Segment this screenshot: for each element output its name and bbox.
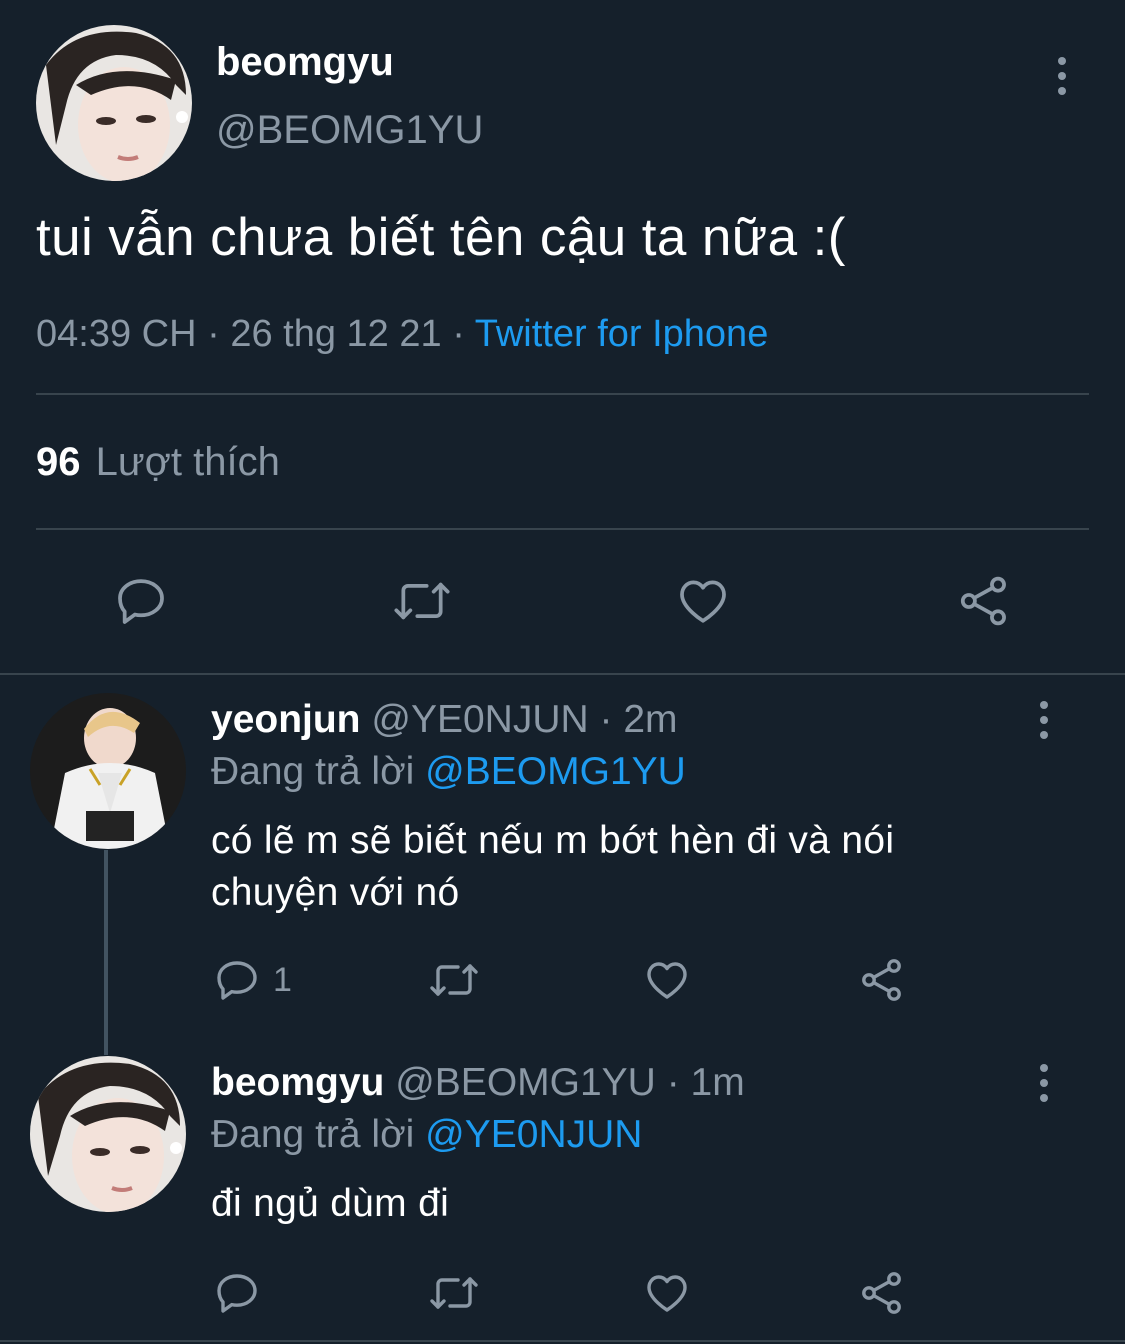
replying-to: Đang trả lời @YE0NJUN [211, 1111, 642, 1159]
main-share-icon[interactable] [956, 573, 1012, 629]
thread-line [104, 850, 108, 1055]
main-tweet-avatar[interactable] [36, 25, 192, 181]
main-like-icon[interactable] [674, 573, 732, 629]
divider [36, 393, 1089, 395]
replying-to-label: Đang trả lời [211, 1113, 415, 1156]
reply-age[interactable]: 2m [623, 698, 677, 741]
reply-comment-icon[interactable]: 1 [213, 956, 292, 1004]
reply-display-name[interactable]: yeonjun [211, 698, 361, 741]
reply-age[interactable]: 1m [691, 1061, 745, 1104]
main-comment-icon[interactable] [113, 573, 169, 629]
reply-header: beomgyu @BEOMG1YU · 1m [211, 1061, 745, 1104]
main-tweet-more-icon[interactable] [1052, 57, 1072, 95]
reply-display-name[interactable]: beomgyu [211, 1061, 384, 1104]
reply-header: yeonjun @YE0NJUN · 2m [211, 698, 678, 741]
main-tweet-handle[interactable]: @BEOMG1YU [216, 106, 483, 154]
replying-to-handle[interactable]: @YE0NJUN [425, 1113, 642, 1156]
replying-to: Đang trả lời @BEOMG1YU [211, 748, 686, 796]
main-tweet-display-name[interactable]: beomgyu [216, 38, 394, 86]
divider [0, 673, 1125, 675]
likes-label: Lượt thích [95, 440, 280, 484]
main-tweet-likes[interactable]: 96 Lượt thích [36, 438, 280, 486]
reply-avatar[interactable] [30, 1056, 186, 1212]
reply-text: có lẽ m sẽ biết nếu m bớt hèn đi và nói … [211, 819, 895, 914]
reply-like-icon[interactable] [642, 956, 692, 1004]
reply-handle[interactable]: @YE0NJUN [371, 698, 588, 741]
reply-retweet-icon[interactable] [425, 956, 483, 1004]
divider [0, 1340, 1125, 1342]
main-tweet-date[interactable]: 26 thg 12 21 [230, 313, 441, 355]
reply-text: đi ngủ dùm đi [211, 1182, 450, 1225]
replying-to-label: Đang trả lời [211, 750, 415, 793]
reply-more-icon[interactable] [1034, 1064, 1054, 1102]
replying-to-handle[interactable]: @BEOMG1YU [425, 750, 686, 793]
reply-avatar[interactable] [30, 693, 186, 849]
reply-share-icon[interactable] [858, 1269, 906, 1317]
main-retweet-icon[interactable] [388, 573, 456, 629]
reply-handle[interactable]: @BEOMG1YU [395, 1061, 656, 1104]
reply-more-icon[interactable] [1034, 701, 1054, 739]
reply-like-icon[interactable] [642, 1269, 692, 1317]
reply-retweet-icon[interactable] [425, 1269, 483, 1317]
main-tweet-source-link[interactable]: Twitter for Iphone [475, 313, 769, 355]
main-tweet-text: tui vẫn chưa biết tên cậu ta nữa :( [36, 208, 846, 267]
main-tweet-time[interactable]: 04:39 CH [36, 313, 197, 355]
reply-comment-icon[interactable] [213, 1269, 261, 1317]
reply-share-icon[interactable] [858, 956, 906, 1004]
divider [36, 528, 1089, 530]
main-tweet-meta: 04:39 CH · 26 thg 12 21 · Twitter for Ip… [36, 313, 769, 355]
reply-count: 1 [273, 960, 292, 999]
likes-count: 96 [36, 440, 81, 484]
